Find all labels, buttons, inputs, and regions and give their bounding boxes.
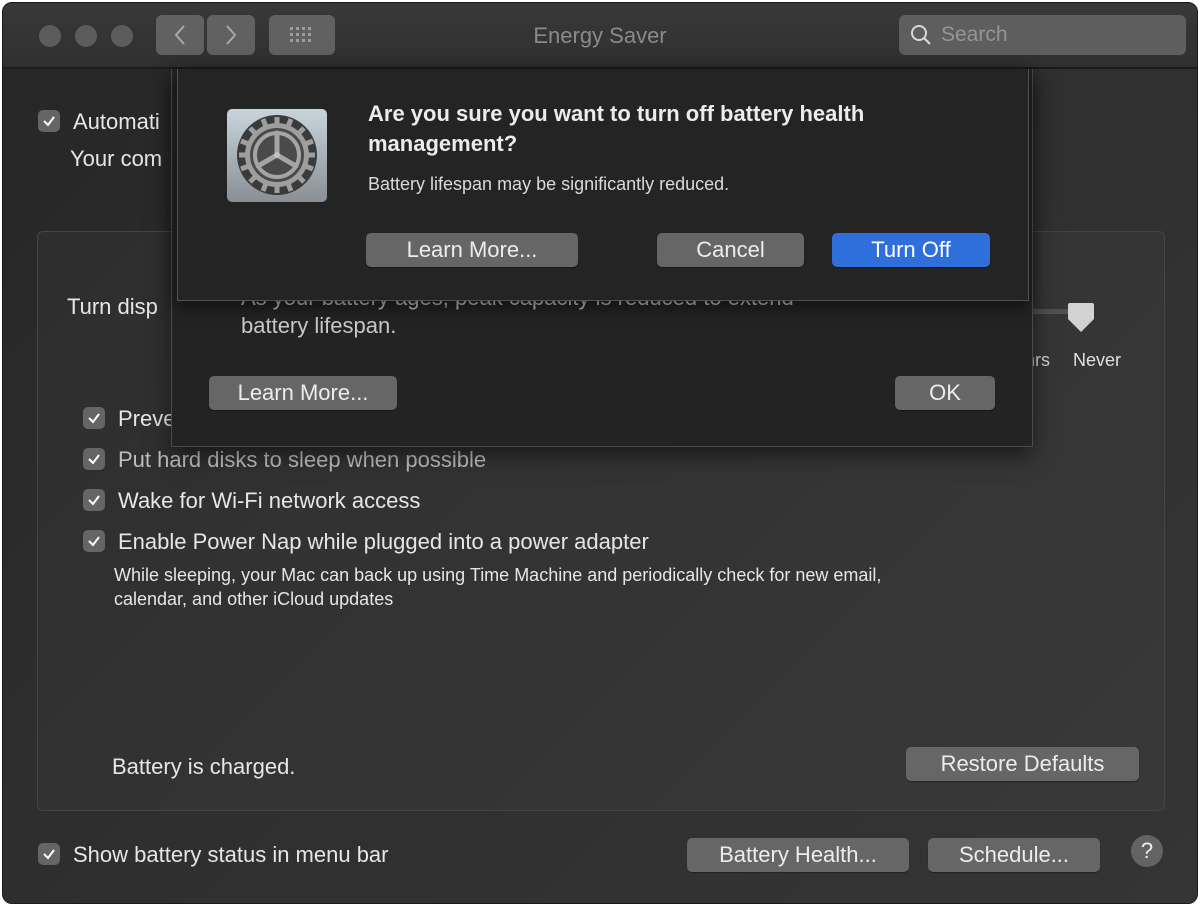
title-bar: Energy Saver Search (3, 3, 1197, 69)
show-battery-status-label: Show battery status in menu bar (73, 842, 389, 867)
dialog-turn-off-button[interactable]: Turn Off (832, 233, 990, 267)
option-checkbox-0[interactable] (83, 407, 105, 429)
schedule-button[interactable]: Schedule... (928, 838, 1100, 872)
battery-health-text-line2: battery lifespan. (241, 313, 397, 338)
dialog-title-line1: Are you sure you want to turn off batter… (368, 101, 865, 126)
option-label-0: Preve (118, 406, 176, 431)
battery-status-text: Battery is charged. (112, 754, 296, 779)
dialog-cancel-button[interactable]: Cancel (657, 233, 804, 267)
option-label-1: Put hard disks to sleep when possible (118, 447, 487, 472)
checkmark-icon (88, 454, 100, 465)
search-placeholder: Search (941, 23, 1008, 46)
option-label-3: Enable Power Nap while plugged into a po… (118, 529, 649, 554)
battery-health-learn-more-button[interactable]: Learn More... (209, 376, 397, 410)
auto-graphics-label: Automati (73, 109, 160, 134)
option-checkbox-1[interactable] (83, 448, 105, 470)
checkmark-icon (43, 116, 55, 127)
dialog-message: Battery lifespan may be significantly re… (368, 174, 730, 194)
turn-display-off-label: Turn disp (67, 294, 158, 319)
option-checkbox-2[interactable] (83, 489, 105, 511)
auto-graphics-description: Your com (70, 146, 163, 171)
option-checkbox-3[interactable] (83, 530, 105, 552)
dialog-title-line2: management? (368, 131, 518, 156)
dialog-learn-more-button[interactable]: Learn More... (366, 233, 578, 267)
checkmark-icon (88, 536, 100, 547)
help-button[interactable]: ? (1131, 835, 1163, 867)
restore-defaults-button[interactable]: Restore Defaults (906, 747, 1139, 781)
display-sleep-slider-thumb[interactable] (1067, 301, 1095, 337)
battery-health-button[interactable]: Battery Health... (687, 838, 909, 872)
help-icon: ? (1140, 838, 1154, 863)
power-nap-description-line2: calendar, and other iCloud updates (114, 589, 394, 609)
checkmark-icon (88, 413, 100, 424)
energy-saver-window: Energy Saver Search Automati Your com Tu… (2, 2, 1198, 904)
confirm-turn-off-dialog: Are you sure you want to turn off batter… (177, 69, 1029, 301)
checkmark-icon (43, 849, 55, 860)
show-battery-status-checkbox[interactable] (38, 843, 60, 865)
power-nap-description-line1: While sleeping, your Mac can back up usi… (114, 565, 882, 585)
slider-tick-never: Never (1073, 350, 1122, 370)
option-label-2: Wake for Wi-Fi network access (118, 488, 421, 513)
search-icon (911, 25, 931, 45)
search-field[interactable]: Search (899, 15, 1186, 55)
checkmark-icon (88, 495, 100, 506)
system-preferences-gear-icon (227, 109, 327, 202)
battery-health-ok-button[interactable]: OK (895, 376, 995, 410)
auto-graphics-checkbox[interactable] (38, 110, 60, 132)
